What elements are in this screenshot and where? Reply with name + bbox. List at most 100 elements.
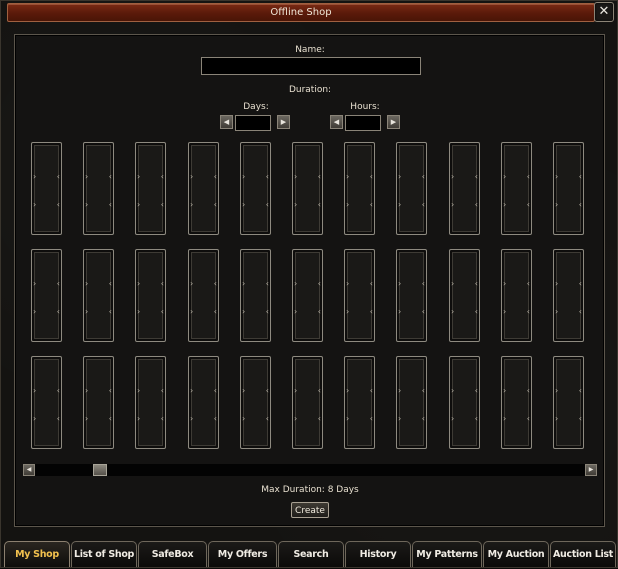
item-slot[interactable]: › ‹ › ‹ bbox=[188, 142, 219, 235]
slot-ornament-icon: ‹ bbox=[474, 172, 478, 181]
hours-decrease-button[interactable]: ◀ bbox=[330, 115, 343, 129]
slot-ornament-icon: ‹ bbox=[108, 279, 112, 288]
slot-ornament-icon: ‹ bbox=[369, 386, 373, 395]
slot-ornament-icon: ‹ bbox=[578, 200, 582, 209]
slot-ornament-icon: ‹ bbox=[108, 414, 112, 423]
slot-ornament-icon: ‹ bbox=[160, 307, 164, 316]
slot-ornament-icon: ‹ bbox=[56, 200, 60, 209]
slot-ornament-icon: › bbox=[294, 414, 298, 423]
slot-ornament-icon: › bbox=[137, 200, 141, 209]
name-label: Name: bbox=[295, 45, 325, 55]
slot-ornament-icon: › bbox=[85, 307, 89, 316]
item-slot[interactable]: › ‹ › ‹ bbox=[344, 249, 375, 342]
slot-ornament-icon: › bbox=[242, 386, 246, 395]
hours-stepper: ◀ ▶ bbox=[330, 115, 402, 131]
slot-ornament-icon: ‹ bbox=[369, 414, 373, 423]
tab-history[interactable]: History bbox=[345, 541, 411, 567]
item-slot[interactable]: › ‹ › ‹ bbox=[83, 142, 114, 235]
item-slot[interactable]: › ‹ › ‹ bbox=[396, 356, 427, 449]
days-stepper: ◀ ▶ bbox=[220, 115, 292, 131]
item-slot[interactable]: › ‹ › ‹ bbox=[553, 356, 584, 449]
name-input[interactable] bbox=[201, 57, 421, 75]
duration-label: Duration: bbox=[288, 85, 332, 95]
hours-increase-button[interactable]: ▶ bbox=[387, 115, 400, 129]
slot-ornament-icon: › bbox=[33, 279, 37, 288]
close-button[interactable]: ✕ bbox=[594, 2, 614, 22]
slot-ornament-icon: › bbox=[190, 200, 194, 209]
slot-ornament-icon: › bbox=[33, 414, 37, 423]
slot-ornament-icon: ‹ bbox=[108, 172, 112, 181]
slot-ornament-icon: › bbox=[398, 200, 402, 209]
item-slot[interactable]: › ‹ › ‹ bbox=[396, 249, 427, 342]
slot-ornament-icon: ‹ bbox=[265, 386, 269, 395]
slot-ornament-icon: › bbox=[503, 200, 507, 209]
days-label: Days: bbox=[243, 102, 269, 112]
item-slot[interactable]: › ‹ › ‹ bbox=[449, 249, 480, 342]
slot-ornament-icon: ‹ bbox=[213, 414, 217, 423]
slot-ornament-icon: › bbox=[190, 386, 194, 395]
slot-ornament-icon: › bbox=[503, 172, 507, 181]
days-increase-button[interactable]: ▶ bbox=[277, 115, 290, 129]
tab-my-offers[interactable]: My Offers bbox=[208, 541, 277, 567]
horizontal-scrollbar[interactable]: ◀ ▶ bbox=[23, 464, 597, 476]
item-slot[interactable]: › ‹ › ‹ bbox=[240, 249, 271, 342]
item-slot[interactable]: › ‹ › ‹ bbox=[31, 356, 62, 449]
slot-ornament-icon: ‹ bbox=[317, 200, 321, 209]
item-slot[interactable]: › ‹ › ‹ bbox=[83, 356, 114, 449]
days-decrease-button[interactable]: ◀ bbox=[220, 115, 233, 129]
item-slot[interactable]: › ‹ › ‹ bbox=[83, 249, 114, 342]
item-slot[interactable]: › ‹ › ‹ bbox=[292, 249, 323, 342]
scroll-right-button[interactable]: ▶ bbox=[585, 464, 597, 476]
slot-ornament-icon: › bbox=[137, 279, 141, 288]
hours-input[interactable] bbox=[345, 115, 381, 131]
slot-ornament-icon: › bbox=[85, 279, 89, 288]
item-slot[interactable]: › ‹ › ‹ bbox=[501, 356, 532, 449]
slot-ornament-icon: › bbox=[33, 307, 37, 316]
item-slot[interactable]: › ‹ › ‹ bbox=[553, 249, 584, 342]
tab-my-shop[interactable]: My Shop bbox=[4, 541, 70, 567]
slot-ornament-icon: › bbox=[242, 307, 246, 316]
slot-ornament-icon: › bbox=[398, 414, 402, 423]
item-slot[interactable]: › ‹ › ‹ bbox=[135, 142, 166, 235]
create-button[interactable]: Create bbox=[291, 502, 329, 518]
tab-list-of-shop[interactable]: List of Shop bbox=[71, 541, 137, 567]
tab-auction-list[interactable]: Auction List bbox=[550, 541, 616, 567]
slot-ornament-icon: ‹ bbox=[213, 307, 217, 316]
slot-ornament-icon: ‹ bbox=[369, 279, 373, 288]
item-slot[interactable]: › ‹ › ‹ bbox=[344, 142, 375, 235]
item-slot[interactable]: › ‹ › ‹ bbox=[31, 142, 62, 235]
tab-my-patterns[interactable]: My Patterns bbox=[412, 541, 482, 567]
item-slot[interactable]: › ‹ › ‹ bbox=[240, 142, 271, 235]
slot-ornament-icon: › bbox=[137, 414, 141, 423]
tab-my-auction[interactable]: My Auction bbox=[483, 541, 549, 567]
item-slot[interactable]: › ‹ › ‹ bbox=[135, 249, 166, 342]
item-slot[interactable]: › ‹ › ‹ bbox=[135, 356, 166, 449]
slot-ornament-icon: › bbox=[555, 307, 559, 316]
item-slot[interactable]: › ‹ › ‹ bbox=[188, 356, 219, 449]
slot-ornament-icon: ‹ bbox=[578, 307, 582, 316]
item-slot[interactable]: › ‹ › ‹ bbox=[396, 142, 427, 235]
item-slot[interactable]: › ‹ › ‹ bbox=[188, 249, 219, 342]
item-slot[interactable]: › ‹ › ‹ bbox=[292, 356, 323, 449]
item-slot[interactable]: › ‹ › ‹ bbox=[292, 142, 323, 235]
slot-ornament-icon: › bbox=[346, 386, 350, 395]
item-slot[interactable]: › ‹ › ‹ bbox=[449, 142, 480, 235]
item-slot[interactable]: › ‹ › ‹ bbox=[240, 356, 271, 449]
slot-ornament-icon: › bbox=[190, 172, 194, 181]
item-slot[interactable]: › ‹ › ‹ bbox=[501, 249, 532, 342]
slot-ornament-icon: › bbox=[346, 200, 350, 209]
item-slot[interactable]: › ‹ › ‹ bbox=[31, 249, 62, 342]
item-slot[interactable]: › ‹ › ‹ bbox=[449, 356, 480, 449]
scroll-thumb[interactable] bbox=[93, 464, 107, 476]
title-bar[interactable]: Offline Shop bbox=[7, 3, 595, 22]
item-slot[interactable]: › ‹ › ‹ bbox=[553, 142, 584, 235]
days-input[interactable] bbox=[235, 115, 271, 131]
scroll-left-button[interactable]: ◀ bbox=[23, 464, 35, 476]
slot-ornament-icon: ‹ bbox=[421, 386, 425, 395]
slot-ornament-icon: › bbox=[294, 172, 298, 181]
tab-safebox[interactable]: SafeBox bbox=[138, 541, 207, 567]
tab-search[interactable]: Search bbox=[278, 541, 344, 567]
item-slot[interactable]: › ‹ › ‹ bbox=[501, 142, 532, 235]
slot-ornament-icon: › bbox=[85, 200, 89, 209]
item-slot[interactable]: › ‹ › ‹ bbox=[344, 356, 375, 449]
